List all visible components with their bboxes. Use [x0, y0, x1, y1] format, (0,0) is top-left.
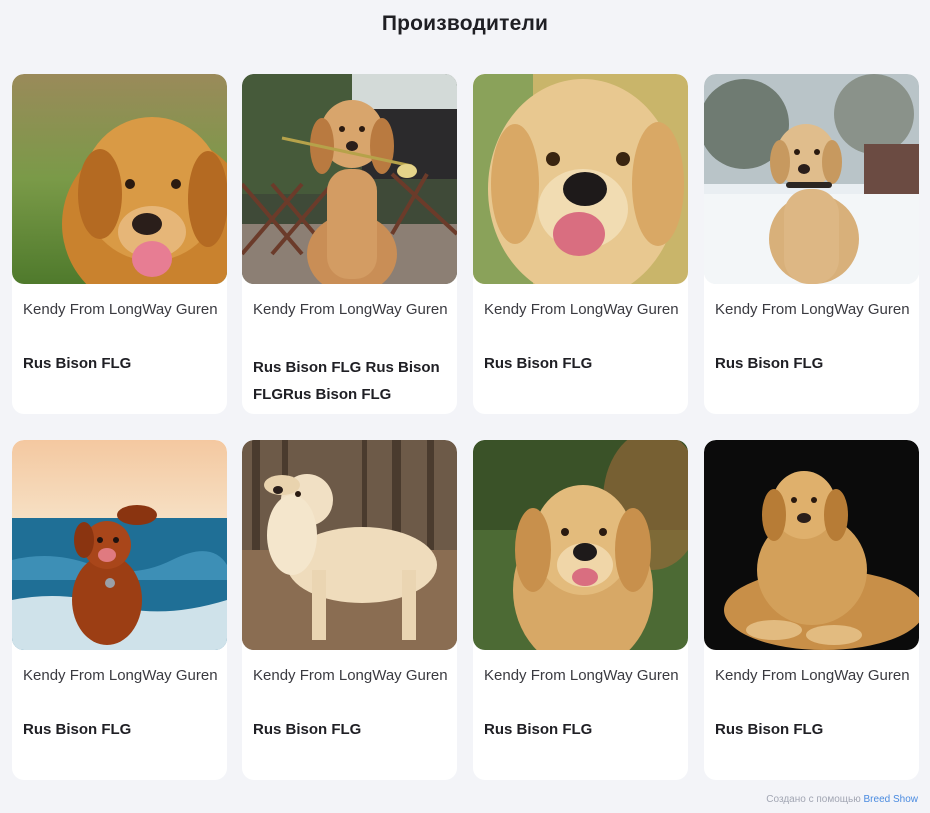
breeder-card[interactable]: Kendy From LongWay Guren Rus Bison FLG: [704, 74, 919, 414]
breeder-card[interactable]: Kendy From LongWay Guren Rus Bison FLG: [12, 440, 227, 780]
breeder-card[interactable]: Kendy From LongWay Guren Rus Bison FLG R…: [242, 74, 457, 414]
dog-photo: [242, 74, 457, 284]
dog-photo: [473, 440, 688, 650]
kennel-name: Kendy From LongWay Guren: [23, 667, 218, 684]
dog-photo: [12, 74, 227, 284]
kennel-name: Kendy From LongWay Guren: [484, 301, 679, 318]
footer-prefix: Создано с помощью: [766, 794, 861, 805]
dog-name[interactable]: Rus Bison FLG: [715, 716, 911, 743]
dog-photo: [704, 74, 919, 284]
kennel-name: Kendy From LongWay Guren: [715, 667, 910, 684]
page-title: Производители: [381, 12, 549, 35]
kennel-name: Kendy From LongWay Guren: [715, 301, 910, 318]
dog-name[interactable]: Rus Bison FLG: [253, 716, 449, 743]
dog-name[interactable]: Rus Bison FLG: [484, 716, 680, 743]
dog-name[interactable]: Rus Bison FLG Rus Bison FLGRus Bison FLG: [253, 354, 449, 408]
kennel-name: Kendy From LongWay Guren: [23, 301, 218, 318]
footer-credit: Создано с помощью Breed Show: [766, 794, 918, 805]
dog-at-sea-photo: [12, 440, 227, 650]
breeder-card[interactable]: Kendy From LongWay Guren Rus Bison FLG: [12, 74, 227, 414]
golden-retriever-smiling-photo: [473, 440, 688, 650]
dog-name[interactable]: Rus Bison FLG: [484, 350, 680, 377]
breeder-card[interactable]: Kendy From LongWay Guren Rus Bison FLG: [473, 74, 688, 414]
dog-photo: [704, 440, 919, 650]
dog-photo: [242, 440, 457, 650]
breed-show-link[interactable]: Breed Show: [864, 794, 918, 805]
kennel-name: Kendy From LongWay Guren: [484, 667, 679, 684]
golden-retriever-black-bg-photo: [704, 440, 919, 650]
dog-name[interactable]: Rus Bison FLG: [23, 716, 219, 743]
dog-photo: [12, 440, 227, 650]
breeder-card[interactable]: Kendy From LongWay Guren Rus Bison FLG: [242, 440, 457, 780]
golden-retriever-field-photo: [12, 74, 227, 284]
kennel-name: Kendy From LongWay Guren: [253, 667, 448, 684]
labrador-snow-photo: [704, 74, 919, 284]
breeder-card[interactable]: Kendy From LongWay Guren Rus Bison FLG: [704, 440, 919, 780]
breeder-card[interactable]: Kendy From LongWay Guren Rus Bison FLG: [473, 440, 688, 780]
dog-name[interactable]: Rus Bison FLG: [715, 350, 911, 377]
dog-photo: [473, 74, 688, 284]
retriever-with-rose-photo: [242, 74, 457, 284]
golden-retriever-forest-photo: [242, 440, 457, 650]
kennel-name: Kendy From LongWay Guren: [253, 301, 448, 318]
golden-retriever-closeup-photo: [473, 74, 688, 284]
dog-name[interactable]: Rus Bison FLG: [23, 350, 219, 377]
